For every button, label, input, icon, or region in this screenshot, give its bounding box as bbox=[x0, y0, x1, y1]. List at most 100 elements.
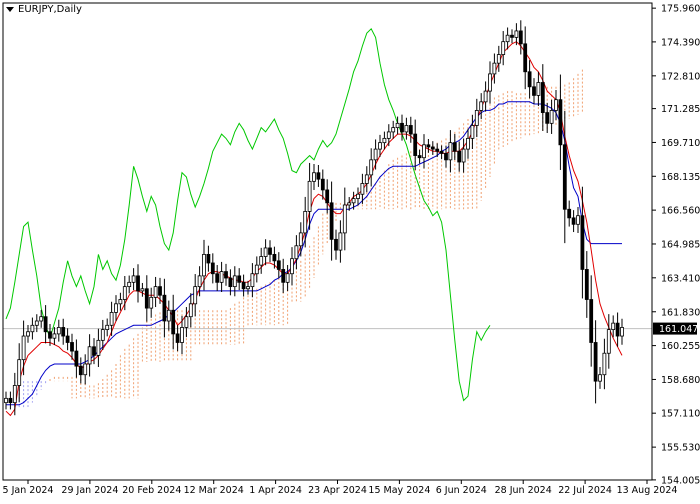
candle-bull bbox=[285, 273, 290, 283]
y-axis: 175.960 174.390 172.810 171.285 169.710 168.1… bbox=[652, 4, 700, 486]
candle-bear bbox=[452, 142, 457, 152]
candle-bull bbox=[338, 232, 343, 251]
candle-bull bbox=[554, 99, 558, 111]
candle-bear bbox=[224, 271, 228, 279]
symbol-title-text: EURJPY,Daily bbox=[18, 4, 82, 15]
candle-bear bbox=[61, 327, 66, 337]
candle-bear bbox=[439, 150, 444, 154]
candle-bear bbox=[162, 294, 167, 322]
candle-bull bbox=[118, 299, 123, 305]
candle-bear bbox=[70, 342, 74, 352]
candle-bull bbox=[422, 144, 426, 159]
candle-bear bbox=[175, 333, 180, 343]
candle-bear bbox=[237, 275, 242, 283]
candle-bull bbox=[34, 320, 39, 326]
candle-bear bbox=[593, 342, 598, 382]
y-tick-label: 174.390 bbox=[661, 37, 700, 48]
candle-bear bbox=[584, 269, 589, 300]
x-tick-label: 15 May 2024 bbox=[368, 485, 430, 496]
candle-bull bbox=[404, 125, 409, 133]
candle-bull bbox=[303, 211, 308, 234]
candle-bull bbox=[166, 309, 171, 322]
candle-bear bbox=[571, 217, 576, 225]
candle-bull bbox=[466, 137, 470, 150]
candle-bull bbox=[488, 73, 492, 92]
candle-bull bbox=[131, 275, 136, 283]
x-tick-label: 23 Apr 2024 bbox=[308, 485, 367, 496]
x-tick-label: 22 Jul 2024 bbox=[558, 485, 612, 496]
candle-bull bbox=[197, 275, 202, 288]
candle-bull bbox=[483, 90, 488, 103]
x-tick-label: 13 Aug 2024 bbox=[617, 485, 678, 496]
current-price-label: 161.047 bbox=[659, 324, 698, 335]
candle-bear bbox=[276, 260, 281, 270]
candle-bull bbox=[100, 329, 105, 341]
candle-bull bbox=[30, 324, 35, 333]
candle-bear bbox=[48, 331, 52, 339]
candle-bear bbox=[334, 238, 338, 251]
candle-bull bbox=[386, 131, 391, 139]
candle-bull bbox=[395, 122, 400, 129]
candle-bull bbox=[127, 281, 132, 288]
candle-bull bbox=[391, 127, 396, 133]
candle-bear bbox=[545, 112, 550, 124]
candle-bear bbox=[158, 286, 162, 296]
candle-bull bbox=[474, 110, 479, 126]
candle-bear bbox=[215, 273, 220, 283]
candle-bull bbox=[298, 232, 303, 247]
candle-bull bbox=[263, 247, 268, 257]
candle-bear bbox=[281, 269, 286, 283]
candle-bull bbox=[382, 137, 387, 144]
candle-bull bbox=[598, 374, 602, 382]
candle-bear bbox=[518, 30, 523, 45]
candle-bear bbox=[615, 322, 620, 337]
chikou-span-line bbox=[5, 27, 491, 402]
candle-bear bbox=[272, 253, 277, 262]
candle-bear bbox=[558, 99, 563, 146]
candle-bear bbox=[228, 277, 233, 288]
candle-bull bbox=[290, 258, 294, 275]
candle-bull bbox=[193, 286, 198, 305]
candle-bull bbox=[87, 346, 92, 365]
symbol-title[interactable]: EURJPY,Daily bbox=[6, 4, 82, 15]
candle-bull bbox=[259, 256, 264, 266]
candle-bull bbox=[17, 359, 22, 386]
y-tick-label: 168.135 bbox=[661, 172, 700, 183]
candle-bull bbox=[611, 322, 616, 330]
y-tick-label: 172.810 bbox=[661, 71, 700, 82]
candle-bear bbox=[74, 350, 79, 367]
candle-bull bbox=[461, 148, 466, 163]
ichimoku-cloud bbox=[14, 69, 583, 410]
candle-bull bbox=[351, 198, 356, 204]
y-tick-label: 157.110 bbox=[661, 409, 700, 420]
candle-bull bbox=[294, 245, 299, 260]
candle-bear bbox=[562, 144, 567, 210]
candle-bear bbox=[523, 43, 528, 73]
candle-bull bbox=[356, 193, 360, 199]
y-tick-label: 166.560 bbox=[661, 206, 700, 217]
candle-bull bbox=[21, 335, 26, 361]
candle-bear bbox=[527, 71, 532, 88]
candle-bull bbox=[202, 253, 206, 277]
candle-bear bbox=[426, 144, 431, 148]
y-tick-label: 171.285 bbox=[661, 104, 700, 115]
chart-svg: 175.960 174.390 172.810 171.285 169.710 168.1… bbox=[2, 2, 700, 496]
candle-bull bbox=[312, 172, 316, 182]
candle-bull bbox=[620, 327, 624, 337]
candle-bull bbox=[378, 142, 382, 150]
candle-bull bbox=[232, 275, 237, 288]
dropdown-caret-icon[interactable] bbox=[6, 7, 14, 12]
candle-bull bbox=[606, 329, 611, 354]
x-tick-label: 28 Jun 2024 bbox=[495, 485, 552, 496]
y-tick-label: 163.410 bbox=[661, 273, 700, 284]
candle-bull bbox=[250, 273, 255, 288]
x-tick-label: 12 Mar 2024 bbox=[184, 485, 244, 496]
candle-bear bbox=[78, 365, 83, 376]
candle-bear bbox=[8, 397, 13, 404]
candle-bull bbox=[180, 327, 184, 343]
candle-bear bbox=[325, 189, 330, 204]
candle-bull bbox=[26, 331, 30, 337]
x-tick-label: 1 Apr 2024 bbox=[249, 485, 302, 496]
candle-bull bbox=[364, 174, 369, 184]
candle-bull bbox=[105, 324, 110, 330]
